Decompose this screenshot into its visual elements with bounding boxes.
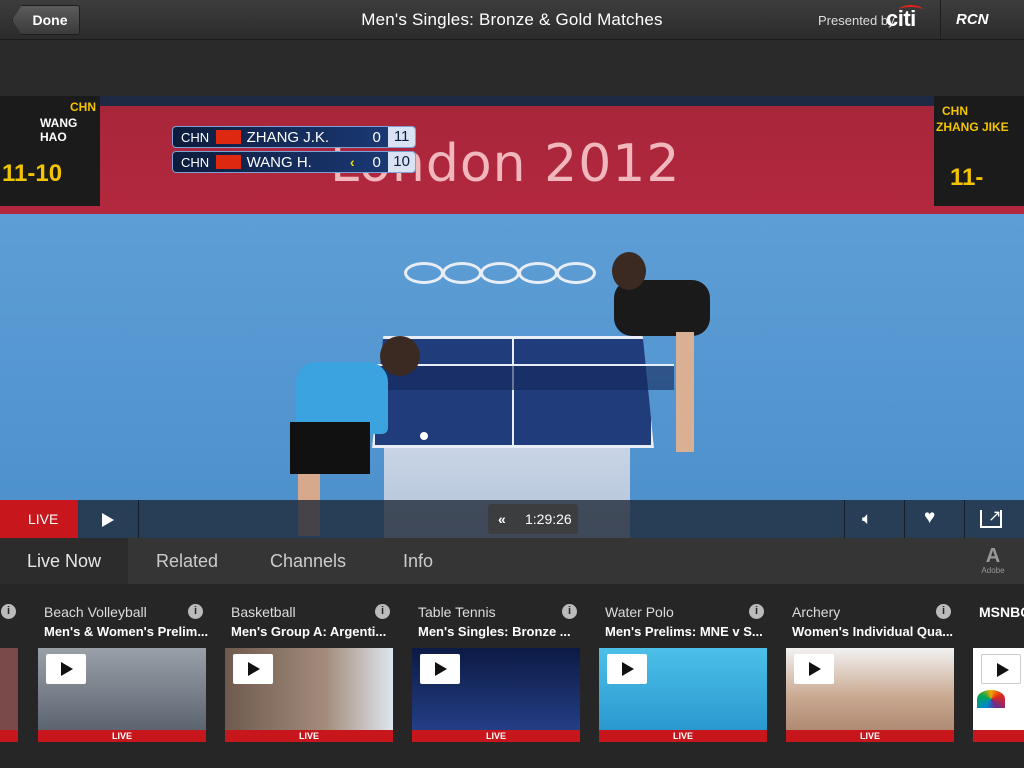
- score-games: 0: [372, 128, 381, 146]
- card-title: Water Polo: [605, 604, 674, 620]
- card-subtitle: Men's Prelims: MNE v S...: [605, 624, 763, 639]
- live-badge: LIVE: [412, 730, 580, 742]
- play-icon[interactable]: [794, 654, 834, 684]
- ping-pong-ball: [420, 432, 428, 440]
- score-player-name: ZHANG J.K.: [246, 128, 330, 146]
- play-icon[interactable]: [420, 654, 460, 684]
- score-games: 0: [372, 153, 381, 171]
- info-icon[interactable]: i: [375, 604, 390, 619]
- card-title: Table Tennis: [418, 604, 496, 620]
- card-thumbnail[interactable]: [225, 648, 393, 730]
- video-card[interactable]: MSNBC: [973, 584, 1024, 768]
- card-thumbnail[interactable]: [38, 648, 206, 730]
- arena-stands: [0, 96, 1024, 106]
- score-country: CHN: [181, 129, 210, 145]
- video-card[interactable]: Basketball i Men's Group A: Argenti... L…: [225, 584, 393, 768]
- control-divider: [904, 500, 905, 538]
- card-title: Basketball: [231, 604, 296, 620]
- right-scoreboard: CHN ZHANG JIKE 11-: [934, 96, 1024, 206]
- card-title: Archery: [792, 604, 841, 620]
- info-icon[interactable]: i: [562, 604, 577, 619]
- control-divider: [844, 500, 845, 538]
- tab-related[interactable]: Related: [128, 538, 246, 584]
- card-title: Beach Volleyball: [44, 604, 147, 620]
- card-subtitle: Men's & Women's Prelim...: [44, 624, 209, 639]
- info-icon[interactable]: i: [936, 604, 951, 619]
- time-display[interactable]: « 1:29:26: [488, 504, 578, 534]
- control-divider: [138, 500, 139, 538]
- left-scoreboard: CHN WANG HAO 11-10: [0, 96, 100, 206]
- player-controls: LIVE « 1:29:26 🔈︎ ♥ ↗: [0, 500, 1024, 538]
- left-board-score: 11-10: [2, 160, 63, 187]
- live-badge: LIVE: [786, 730, 954, 742]
- video-card[interactable]: Water Polo i Men's Prelims: MNE v S... L…: [599, 584, 767, 768]
- score-row: CHN WANG H. ‹ 0 10: [172, 151, 416, 173]
- card-subtitle: Men's Singles: Bronze ...: [418, 624, 571, 639]
- tab-bar: Live Now Related Channels Info A Adobe: [0, 538, 1024, 584]
- live-badge: LIVE: [599, 730, 767, 742]
- play-icon[interactable]: [607, 654, 647, 684]
- table-center-line: [512, 336, 514, 448]
- info-icon[interactable]: i: [749, 604, 764, 619]
- rewind-icon[interactable]: «: [498, 511, 506, 527]
- adobe-logo: A Adobe: [980, 546, 1006, 578]
- score-player-name: WANG H.: [246, 153, 312, 171]
- video-card[interactable]: Archery i Women's Individual Qua... LIVE: [786, 584, 954, 768]
- play-button[interactable]: [78, 500, 138, 538]
- score-country: CHN: [181, 154, 210, 170]
- play-icon[interactable]: [233, 654, 273, 684]
- top-bar: Done Men's Singles: Bronze & Gold Matche…: [0, 0, 1024, 40]
- score-points: 11: [388, 127, 415, 147]
- left-board-player: WANG HAO: [40, 116, 78, 144]
- live-button[interactable]: LIVE: [0, 500, 78, 538]
- tab-live-now[interactable]: Live Now: [0, 538, 128, 584]
- card-subtitle: Men's Group A: Argenti...: [231, 624, 387, 639]
- card-thumbnail[interactable]: [599, 648, 767, 730]
- video-player[interactable]: London 2012 CHN WANG HAO 11-10 CHN ZHANG…: [0, 96, 1024, 538]
- current-time: 1:29:26: [525, 511, 572, 527]
- control-divider: [964, 500, 965, 538]
- presented-by-label: Presented by: [818, 13, 895, 28]
- video-card[interactable]: Beach Volleyball i Men's & Women's Preli…: [38, 584, 208, 768]
- serve-indicator-icon: ‹: [349, 154, 355, 170]
- score-row: CHN ZHANG J.K. 0 11: [172, 126, 416, 148]
- header-divider: [940, 0, 941, 40]
- china-flag-icon: [215, 130, 241, 144]
- card-thumbnail[interactable]: [973, 648, 1024, 730]
- live-now-carousel[interactable]: i Beach Volleyball i Men's & Women's Pre…: [0, 584, 1024, 768]
- nbc-peacock-icon: [977, 690, 1005, 708]
- partial-live-strip: [0, 730, 18, 742]
- adobe-icon: A: [985, 545, 1001, 567]
- card-thumbnail[interactable]: [412, 648, 580, 730]
- live-badge: [973, 730, 1024, 742]
- citi-logo-arc: [899, 5, 923, 15]
- tab-channels[interactable]: Channels: [246, 538, 370, 584]
- play-icon[interactable]: [981, 654, 1021, 684]
- left-board-country: CHN: [70, 100, 96, 114]
- share-arrow-icon: ↗: [988, 508, 1002, 525]
- adobe-label: Adobe: [981, 566, 1005, 575]
- card-thumbnail[interactable]: [786, 648, 954, 730]
- player-far: [604, 252, 724, 456]
- live-badge: LIVE: [225, 730, 393, 742]
- china-flag-icon: [215, 155, 241, 169]
- olympic-rings-icon: [404, 262, 604, 292]
- heart-icon[interactable]: ♥: [924, 507, 935, 529]
- right-board-player: ZHANG JIKE: [936, 120, 1009, 134]
- card-title: MSNBC: [979, 604, 1024, 620]
- score-overlay: CHN ZHANG J.K. 0 11 CHN WANG H. ‹ 0 10: [172, 126, 416, 174]
- card-subtitle: Women's Individual Qua...: [792, 624, 954, 639]
- score-points: 10: [388, 152, 415, 172]
- live-badge: LIVE: [38, 730, 206, 742]
- right-board-country: CHN: [942, 104, 968, 118]
- play-icon[interactable]: [46, 654, 86, 684]
- partial-thumbnail[interactable]: [0, 648, 18, 730]
- info-icon[interactable]: i: [1, 604, 16, 619]
- tab-info[interactable]: Info: [370, 538, 466, 584]
- rcn-logo: RCN: [956, 11, 989, 28]
- video-card[interactable]: Table Tennis i Men's Singles: Bronze ...…: [412, 584, 580, 768]
- info-icon[interactable]: i: [188, 604, 203, 619]
- volume-icon[interactable]: 🔈︎: [862, 509, 872, 529]
- right-board-score: 11-: [950, 164, 984, 191]
